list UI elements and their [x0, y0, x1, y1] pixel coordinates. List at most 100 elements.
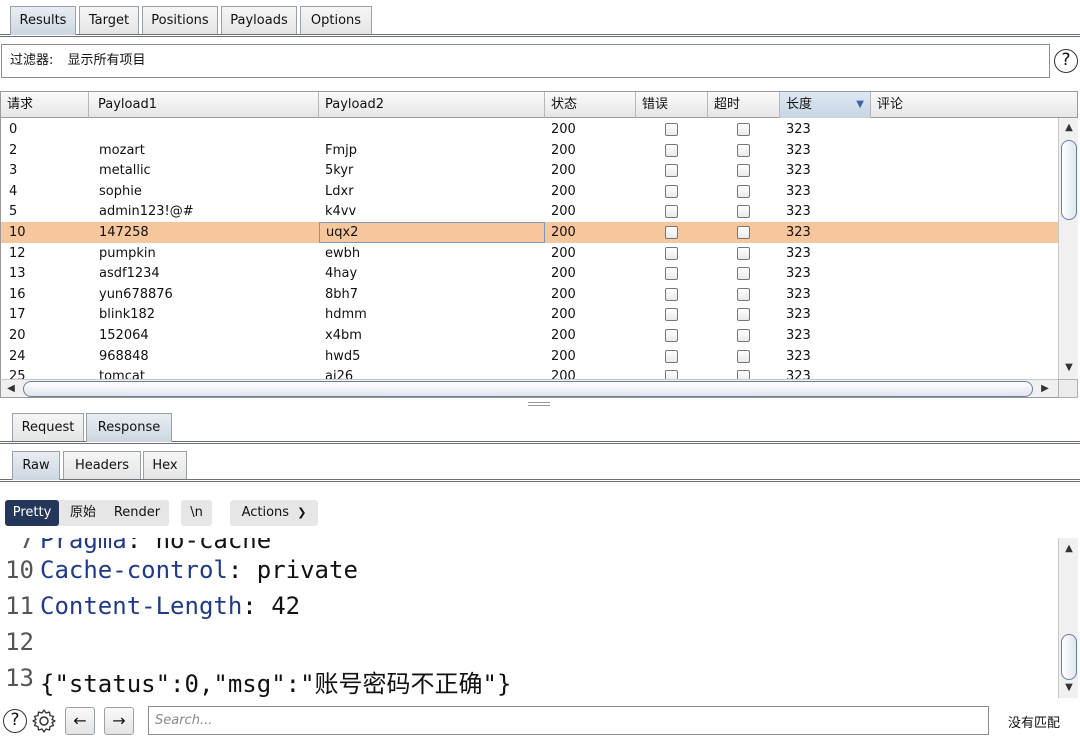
hscroll-thumb[interactable] [23, 381, 1033, 397]
search-input[interactable] [148, 706, 989, 735]
search-next-button[interactable]: → [104, 707, 134, 735]
help-icon[interactable]: ? [1054, 49, 1078, 73]
editor-scroll-down-icon[interactable]: ▼ [1061, 680, 1077, 696]
table-row[interactable]: 4 sophie Ldxr 200 323 [1, 181, 1058, 202]
pretty-button[interactable]: Pretty [5, 500, 59, 526]
scroll-thumb[interactable] [1061, 140, 1077, 220]
cell-status: 200 [551, 286, 576, 302]
cell-payload1: tomcat [99, 369, 145, 379]
table-row[interactable]: 20 152064 x4bm 200 323 [1, 325, 1058, 346]
error-checkbox[interactable] [665, 267, 678, 281]
col-payload2[interactable]: Payload2 [319, 92, 545, 118]
cell-length: 323 [786, 245, 811, 261]
col-comment[interactable]: 评论 [871, 92, 1079, 118]
timeout-checkbox[interactable] [737, 329, 750, 342]
render-button[interactable]: Render [106, 500, 168, 526]
editor-vertical-scrollbar[interactable]: ▲ ▼ [1058, 538, 1078, 698]
timeout-checkbox[interactable] [737, 123, 750, 136]
cell-length: 323 [786, 225, 811, 240]
cell-length: 323 [786, 266, 811, 282]
bottom-help-icon[interactable]: ? [3, 709, 27, 733]
pane-splitter[interactable] [528, 402, 550, 406]
code-line: Cache-control: private [40, 556, 358, 584]
col-request[interactable]: 请求 [1, 92, 89, 118]
scroll-up-icon[interactable]: ▲ [1061, 120, 1077, 136]
tab-target[interactable]: Target [79, 6, 139, 35]
timeout-checkbox[interactable] [737, 143, 750, 157]
table-row[interactable]: 17 blink182 hdmm 200 323 [1, 304, 1058, 325]
cell-payload2: Fmjp [325, 142, 358, 158]
scroll-down-icon[interactable]: ▼ [1061, 360, 1077, 376]
search-prev-button[interactable]: ← [65, 707, 95, 735]
col-timeout[interactable]: 超时 [708, 92, 780, 118]
body-text: {"status":0,"msg":"账号密码不正确"} [40, 670, 512, 698]
col-length[interactable]: 长度 ▼ [780, 92, 871, 118]
error-checkbox[interactable] [665, 164, 678, 178]
table-row[interactable]: 2 mozart Fmjp 200 323 [1, 140, 1058, 161]
cell-request: 5 [9, 204, 18, 220]
timeout-checkbox[interactable] [737, 287, 750, 301]
cell-request: 4 [9, 183, 18, 199]
tab-raw[interactable]: Raw [12, 451, 60, 480]
tab-results[interactable]: Results [10, 6, 76, 35]
tab-payloads[interactable]: Payloads [221, 6, 297, 35]
table-horizontal-scrollbar[interactable]: ◀ ▶ [0, 379, 1058, 398]
tab-headers[interactable]: Headers [63, 451, 141, 480]
error-checkbox[interactable] [665, 287, 678, 301]
error-checkbox[interactable] [665, 349, 678, 363]
table-row[interactable]: 25 tomcat aj26 200 323 [1, 366, 1058, 379]
editor-scroll-up-icon[interactable]: ▲ [1061, 541, 1077, 557]
error-checkbox[interactable] [665, 246, 678, 260]
cell-payload1: 968848 [99, 348, 149, 364]
timeout-checkbox[interactable] [737, 226, 750, 239]
tab-positions[interactable]: Positions [142, 6, 218, 35]
line-number: 12 [5, 628, 34, 656]
actions-label: Actions [241, 505, 290, 520]
timeout-checkbox[interactable] [737, 349, 750, 363]
table-row[interactable]: 12 pumpkin ewbh 200 323 [1, 243, 1058, 264]
error-checkbox[interactable] [665, 329, 678, 342]
tab-hex[interactable]: Hex [143, 451, 187, 480]
gear-icon[interactable] [31, 708, 57, 734]
timeout-checkbox[interactable] [737, 164, 750, 178]
timeout-checkbox[interactable] [737, 184, 750, 198]
table-row[interactable]: 5 admin123!@# k4vv 200 323 [1, 201, 1058, 222]
table-row[interactable]: 24 968848 hwd5 200 323 [1, 346, 1058, 367]
col-payload1[interactable]: Payload1 [92, 92, 319, 118]
tab-request[interactable]: Request [12, 413, 84, 442]
actions-button[interactable]: Actions ❯ [230, 500, 318, 526]
error-checkbox[interactable] [665, 370, 678, 379]
table-row[interactable]: 0 200 323 [1, 119, 1058, 140]
table-row[interactable]: 10 147258 uqx2 200 323 [1, 222, 1058, 243]
error-checkbox[interactable] [665, 123, 678, 136]
table-row[interactable]: 13 asdf1234 4hay 200 323 [1, 263, 1058, 284]
table-vertical-scrollbar[interactable]: ▲ ▼ [1058, 118, 1078, 379]
tab-options[interactable]: Options [300, 6, 372, 35]
timeout-checkbox[interactable] [737, 370, 750, 379]
timeout-checkbox[interactable] [737, 308, 750, 322]
error-checkbox[interactable] [665, 205, 678, 219]
col-status[interactable]: 状态 [545, 92, 636, 118]
error-checkbox[interactable] [665, 226, 678, 239]
timeout-checkbox[interactable] [737, 267, 750, 281]
response-editor[interactable]: 7 Pragma: no-cache 10 Cache-control: privat… [0, 538, 1058, 698]
error-checkbox[interactable] [665, 143, 678, 157]
scroll-left-icon[interactable]: ◀ [3, 381, 19, 397]
timeout-checkbox[interactable] [737, 205, 750, 219]
tab-response[interactable]: Response [86, 413, 172, 442]
col-error[interactable]: 错误 [636, 92, 708, 118]
newline-toggle-button[interactable]: \n [181, 500, 212, 526]
timeout-checkbox[interactable] [737, 246, 750, 260]
cell-payload1: sophie [99, 183, 142, 199]
editor-scroll-thumb[interactable] [1061, 634, 1077, 680]
cell-length: 323 [786, 142, 811, 158]
filter-bar[interactable]: 过滤器: 显示所有项目 [1, 44, 1050, 78]
table-row[interactable]: 3 metallic 5kyr 200 323 [1, 160, 1058, 181]
header-key: Cache-control [40, 556, 228, 584]
raw-mode-button[interactable]: 原始 [62, 500, 104, 526]
results-table-header: 请求 Payload1 Payload2 状态 错误 超时 长度 ▼ 评论 [0, 91, 1078, 118]
error-checkbox[interactable] [665, 308, 678, 322]
scroll-right-icon[interactable]: ▶ [1037, 381, 1053, 397]
table-row[interactable]: 16 yun678876 8bh7 200 323 [1, 284, 1058, 305]
error-checkbox[interactable] [665, 184, 678, 198]
